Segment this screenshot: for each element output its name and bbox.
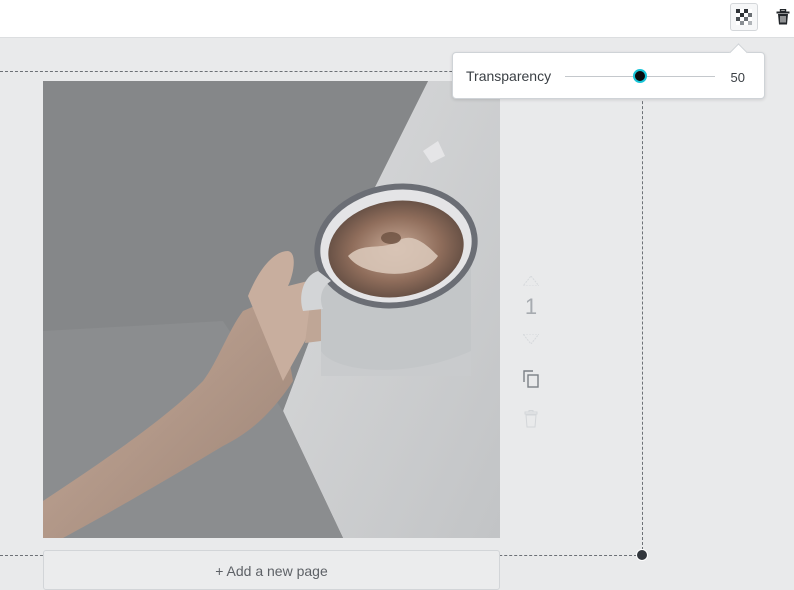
duplicate-page-button[interactable] (520, 368, 542, 390)
top-toolbar (0, 0, 794, 38)
delete-button[interactable] (769, 3, 794, 31)
transparency-slider-thumb[interactable] (633, 69, 647, 83)
transparency-button[interactable] (730, 3, 758, 31)
resize-handle[interactable] (636, 549, 648, 561)
page-number: 1 (524, 294, 538, 319)
triangle-up-icon (523, 276, 539, 286)
trash-icon (524, 410, 538, 428)
transparency-label: Transparency (466, 68, 552, 84)
checkerboard-icon (736, 9, 752, 25)
delete-page-button[interactable] (520, 408, 542, 430)
transparency-value: 50 (730, 70, 745, 85)
add-new-page-button[interactable]: + Add a new page (43, 550, 500, 590)
triangle-down-icon (523, 334, 539, 344)
move-page-down-button[interactable] (522, 332, 540, 346)
selection-border-right (642, 71, 643, 555)
trash-icon (776, 9, 790, 25)
transparency-popover: Transparency 50 (452, 43, 765, 99)
coffee-mug-photo[interactable] (43, 81, 500, 538)
move-page-up-button[interactable] (522, 274, 540, 288)
copy-icon (523, 370, 539, 388)
